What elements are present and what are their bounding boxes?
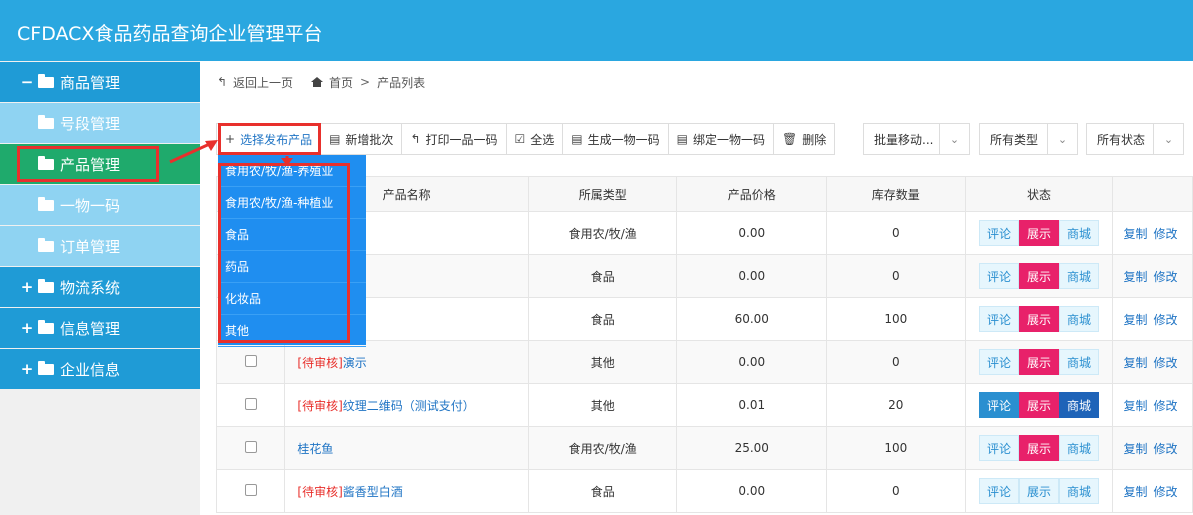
arrow-line-to-button [169,140,215,164]
arrowhead-down-icon [281,158,293,166]
annotation-arrows [169,140,293,166]
